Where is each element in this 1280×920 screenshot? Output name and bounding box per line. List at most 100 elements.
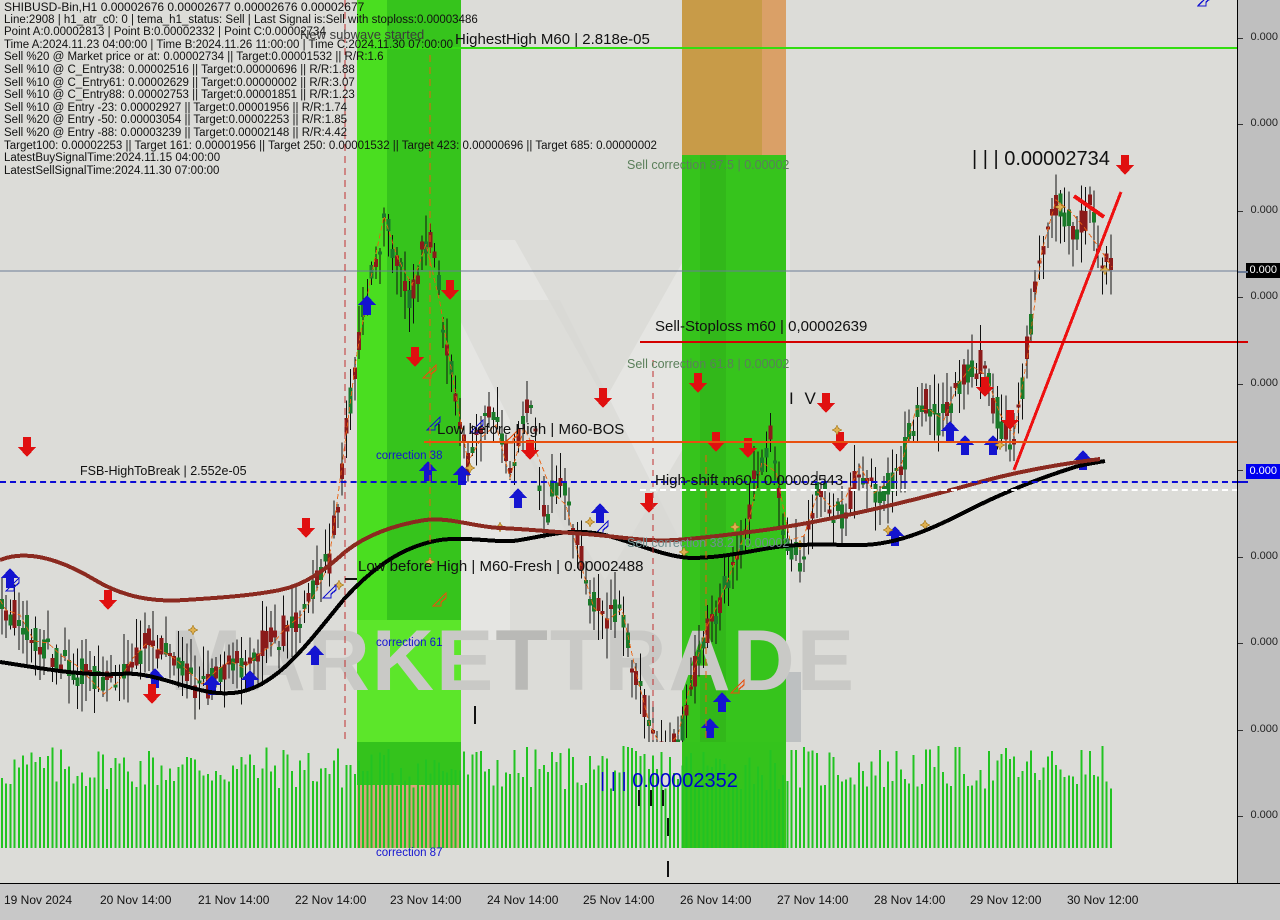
price-tick	[1238, 816, 1243, 817]
volume-bar	[118, 763, 121, 848]
candle-body	[714, 616, 718, 625]
volume-bar	[1025, 761, 1028, 848]
volume-bar	[387, 748, 390, 848]
candle-body	[222, 664, 227, 680]
volume-bar	[89, 777, 92, 848]
volume-bar	[190, 758, 192, 848]
volume-bar	[866, 786, 869, 848]
volume-bar	[488, 768, 491, 848]
info-line-10: Target100: 0.00002253 || Target 161: 0.0…	[4, 139, 657, 152]
price-axis[interactable]: 0.000 0.000 0.000 0.000 0.000 0.000 0.000 0.000…	[1237, 0, 1280, 884]
info-line-12: LatestSellSignalTime:2024.11.30 07:00:00	[4, 164, 220, 177]
candle-body	[764, 447, 769, 458]
time-axis-label: 28 Nov 14:00	[874, 893, 946, 907]
volume-bar	[244, 764, 247, 848]
buy-signal-arrow	[591, 503, 609, 523]
time-axis-label: 19 Nov 2024	[4, 893, 73, 907]
volume-bar	[773, 762, 776, 848]
price-tick	[1238, 730, 1243, 731]
volume-bar	[975, 780, 978, 848]
volume-bar	[274, 765, 276, 848]
volume-bar	[139, 761, 142, 848]
candle-body	[33, 627, 38, 652]
candle-body	[898, 466, 903, 475]
volume-bar	[76, 775, 79, 848]
volume-bar	[295, 787, 297, 848]
candle-body	[201, 676, 206, 680]
price-tick-label: 0.000	[1250, 204, 1278, 216]
volume-bar	[30, 752, 33, 848]
candle-body	[1087, 194, 1092, 206]
volume-bar	[450, 769, 453, 848]
volume-bar	[366, 771, 369, 848]
info-line-6: Sell %10 @ C_Entry88: 0.00002753 || Targ…	[4, 89, 355, 102]
volume-bar	[349, 765, 352, 848]
candle-body	[684, 704, 689, 716]
sell-signal-arrow	[521, 440, 539, 460]
volume-bar	[391, 772, 394, 848]
volume-bar	[983, 788, 986, 848]
volume-bar	[370, 754, 373, 848]
candle-body	[21, 628, 25, 635]
candle-body	[596, 597, 601, 612]
candle-body	[483, 413, 487, 417]
volume-bar	[954, 747, 957, 848]
volume-bar	[933, 767, 936, 848]
volume-bar	[635, 751, 638, 848]
price-tick-label: 0.000	[1250, 550, 1278, 562]
volume-bar	[874, 775, 877, 848]
candle-body	[159, 638, 164, 655]
volume-bar	[1000, 753, 1003, 848]
sell-signal-arrow	[99, 590, 117, 610]
volume-bar	[807, 751, 810, 848]
volume-bar	[416, 763, 419, 848]
volume-bar	[362, 771, 365, 848]
volume-bar	[593, 769, 596, 848]
candle-body	[978, 350, 983, 375]
volume-bar	[626, 747, 629, 848]
candle-body	[529, 404, 534, 408]
candle-body	[915, 404, 920, 418]
volume-bar	[320, 768, 323, 848]
volume-bar	[744, 765, 747, 848]
price-axis-level-stub	[1238, 481, 1248, 483]
time-axis[interactable]: 19 Nov 2024 20 Nov 14:00 21 Nov 14:00 22 No…	[0, 883, 1280, 920]
candle-body	[37, 647, 42, 655]
sell-signal-arrow	[18, 437, 36, 457]
volume-bar	[530, 786, 533, 848]
volume-bar	[211, 780, 213, 848]
volume-bar	[433, 759, 436, 848]
volume-bar	[374, 784, 377, 848]
volume-bar	[1080, 750, 1083, 848]
candle-body	[1079, 210, 1084, 233]
volume-bar	[328, 774, 331, 848]
volume-bar	[425, 759, 428, 848]
volume-bar	[962, 774, 965, 848]
candle-body	[680, 715, 685, 741]
volume-bar	[891, 781, 894, 848]
candle-body	[231, 658, 235, 671]
volume-bar	[55, 781, 58, 848]
volume-bar	[1004, 748, 1007, 848]
candle-body	[113, 684, 118, 688]
candle-body	[798, 563, 802, 572]
price-tick-label: 0.000	[1250, 809, 1278, 821]
candle-body	[810, 512, 815, 519]
candle-body	[718, 597, 723, 614]
volume-bar	[93, 777, 96, 848]
volume-bar	[958, 747, 961, 848]
volume-bar	[97, 751, 100, 848]
volume-bar	[379, 752, 381, 848]
volume-bar	[857, 762, 860, 848]
chart-plot-area[interactable]: MARKETTRADE HighestHigh M60 | 2.8	[0, 0, 1238, 884]
volume-bar	[253, 764, 255, 848]
volume-bar	[1088, 751, 1091, 848]
volume-bar	[412, 787, 415, 848]
volume-bar	[110, 767, 113, 848]
candle-body	[470, 446, 475, 454]
candle-body	[155, 649, 160, 659]
candle-body	[130, 661, 135, 668]
candle-body	[1054, 195, 1059, 216]
volume-bar	[740, 788, 743, 848]
label-correction-38: correction 38	[376, 450, 443, 462]
